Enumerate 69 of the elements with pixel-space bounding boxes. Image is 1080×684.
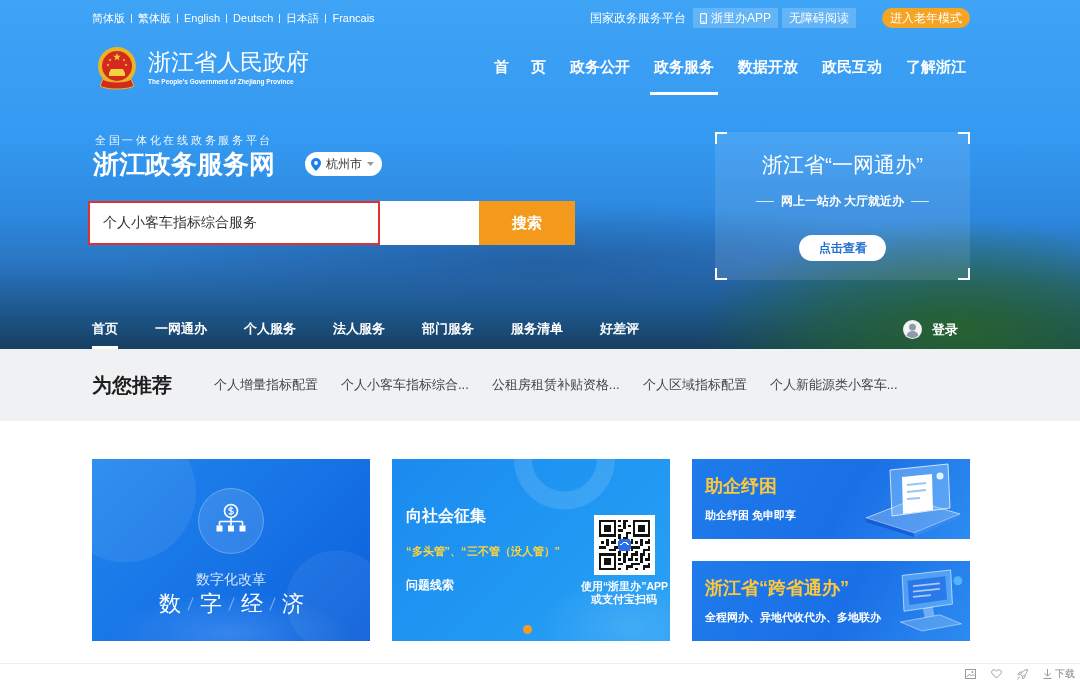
corner-bracket xyxy=(958,268,970,280)
qr-caption: 使用“浙里办”APP xyxy=(580,580,668,593)
language-link[interactable]: 繁体版 xyxy=(138,10,171,26)
corner-bracket xyxy=(958,132,970,144)
nav-tab[interactable]: 政民互动 xyxy=(818,36,886,95)
download-icon xyxy=(1043,669,1052,679)
card-highlight: “多头管”、“三不管（没人管）” xyxy=(406,544,560,558)
heart-icon[interactable] xyxy=(991,669,1002,679)
site-title: 浙江省人民政府 xyxy=(148,49,309,75)
accessibility-button[interactable]: 无障碍阅读 xyxy=(782,8,856,28)
promo-title: 浙江省“一网通办” xyxy=(762,152,923,178)
recommend-link[interactable]: 个人增量指标配置 xyxy=(214,376,318,394)
recommend-link[interactable]: 个人区域指标配置 xyxy=(642,376,747,394)
service-tab[interactable]: 好差评 xyxy=(600,310,639,349)
language-link[interactable]: Deutsch xyxy=(233,12,274,24)
service-tab[interactable]: 部门服务 xyxy=(422,310,474,349)
phone-icon xyxy=(700,12,707,24)
search-input[interactable]: 个人小客车指标综合服务 xyxy=(88,201,380,245)
card-text: 全程网办、异地代收代办、多地联办 xyxy=(705,610,881,625)
user-avatar-icon[interactable] xyxy=(903,320,922,339)
card-title: 浙江省“跨省通办” xyxy=(705,577,849,599)
banner-card[interactable]: 助企纾困 助企纾困 免申即享 xyxy=(692,459,970,539)
image-icon[interactable] xyxy=(965,669,976,679)
language-link[interactable]: English xyxy=(184,12,221,24)
language-link[interactable]: Francais xyxy=(332,12,375,24)
login-link[interactable]: 登录 xyxy=(932,320,958,339)
corner-bracket xyxy=(715,132,727,144)
view-button[interactable]: 点击查看 xyxy=(799,235,886,261)
recommend-link[interactable]: 个人新能源类小客车... xyxy=(769,376,898,394)
card-text: 问题线索 xyxy=(406,578,454,592)
platform-link[interactable]: 国家政务服务平台 xyxy=(590,9,686,27)
qr-card[interactable]: 向社会征集 “多头管”、“三不管（没人管）” 问题线索 使用“浙里办”APP 或支付宝扫码 xyxy=(392,459,670,641)
emblem-icon xyxy=(97,45,137,90)
feature-card[interactable]: 数字化改革 数字经济 xyxy=(92,459,370,641)
caret-icon xyxy=(367,162,374,166)
nav-tab[interactable]: 数据开放 xyxy=(734,36,802,95)
banner-card[interactable]: 浙江省“跨省通办” 全程网办、异地代收代办、多地联办 xyxy=(692,561,970,641)
location-selector[interactable]: 杭州市 xyxy=(305,152,382,176)
language-link[interactable]: 日本語 xyxy=(286,10,320,26)
carousel-dot-icon[interactable] xyxy=(523,625,532,634)
org-chart-icon xyxy=(198,488,264,554)
card-caption: 数字化改革 xyxy=(196,571,266,587)
service-tab[interactable]: 一网通办 xyxy=(155,310,207,349)
corner-bracket xyxy=(715,268,727,280)
nav-tab[interactable]: 政务服务 xyxy=(650,36,718,95)
promo-subtitle: 网上一站办 大厅就近办 xyxy=(755,194,930,208)
location-pin-icon xyxy=(311,157,321,171)
service-tab[interactable]: 服务清单 xyxy=(511,310,563,349)
recommend-link[interactable]: 公租房租赁补贴资格... xyxy=(491,376,620,394)
service-title: 浙江政务服务网 xyxy=(92,149,275,179)
download-button[interactable]: 下载 xyxy=(1043,667,1075,681)
service-tab[interactable]: 个人服务 xyxy=(244,310,296,349)
language-link[interactable]: 简体版 xyxy=(92,10,125,26)
nav-tab[interactable]: 政务公开 xyxy=(566,36,634,95)
rocket-icon[interactable] xyxy=(1017,668,1028,680)
search-button[interactable]: 搜索 xyxy=(479,201,575,245)
qr-code-icon xyxy=(593,515,655,575)
card-title: 助企纾困 xyxy=(705,475,777,497)
nav-tab[interactable]: 了解浙江 xyxy=(902,36,970,95)
nav-tab[interactable]: 首 页 xyxy=(489,36,550,95)
card-title: 数字经济 xyxy=(158,592,304,616)
card-text: 助企纾困 免申即享 xyxy=(705,508,797,523)
recommend-link[interactable]: 个人小客车指标综合... xyxy=(341,376,469,394)
qr-caption: 或支付宝扫码 xyxy=(591,593,658,606)
service-tab[interactable]: 法人服务 xyxy=(333,310,385,349)
app-button[interactable]: 浙里办APP xyxy=(693,8,778,28)
platform-tagline: 全国一体化在线政务服务平台 xyxy=(94,133,274,147)
recommend-title: 为您推荐 xyxy=(92,372,172,398)
card-title: 向社会征集 xyxy=(406,507,486,525)
